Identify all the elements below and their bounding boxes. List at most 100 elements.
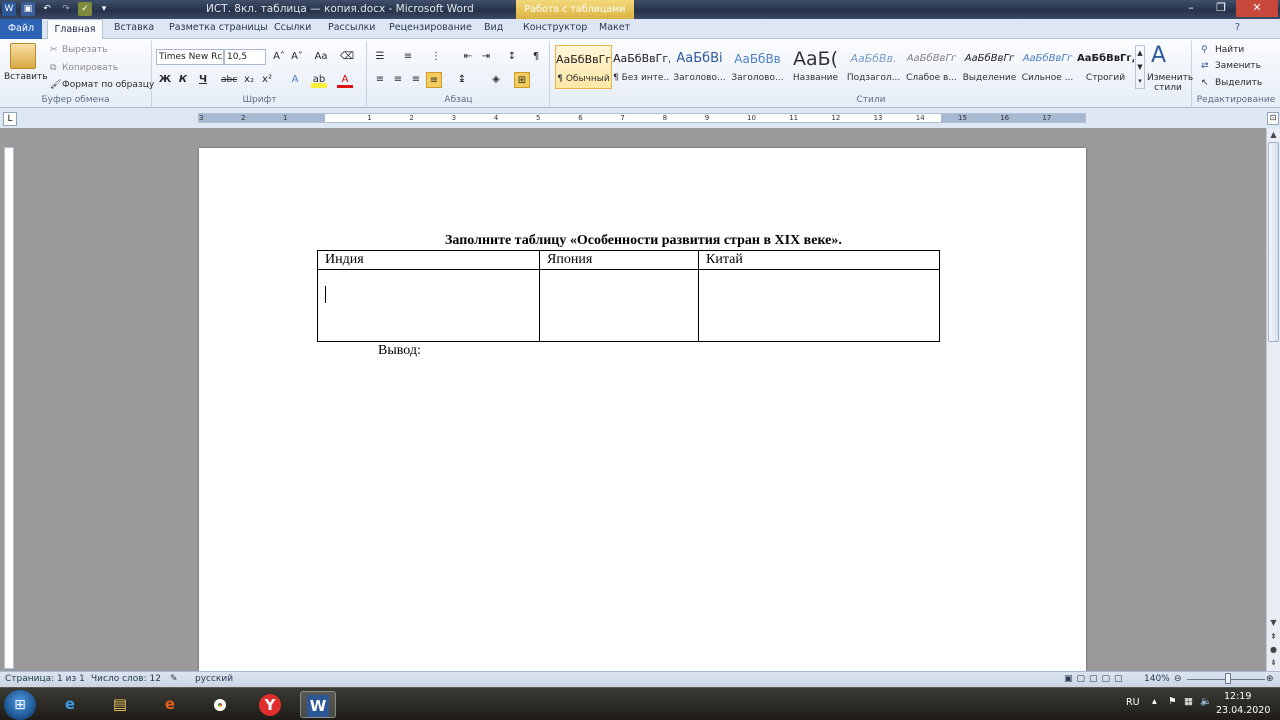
internet-explorer-icon[interactable]: e: [52, 691, 88, 718]
clear-format-icon[interactable]: ⌫: [339, 49, 355, 65]
underline-button[interactable]: Ч: [195, 72, 211, 88]
sort-icon[interactable]: ↕: [504, 49, 520, 65]
style-emphasis[interactable]: АаБбВвГг Выделение: [961, 45, 1018, 89]
table-cell[interactable]: [317, 269, 540, 342]
copy-icon[interactable]: ⧉: [50, 63, 56, 73]
scroll-thumb[interactable]: [1268, 142, 1279, 342]
text-effects-icon[interactable]: A: [287, 72, 303, 88]
subscript-button[interactable]: x₂: [241, 72, 257, 88]
format-painter-icon[interactable]: 🖌: [50, 80, 61, 90]
replace-button[interactable]: Заменить: [1215, 61, 1261, 71]
zoom-level[interactable]: 140%: [1144, 674, 1170, 684]
borders-icon[interactable]: ⊞: [514, 72, 530, 88]
tab-design[interactable]: Конструктор: [523, 22, 587, 33]
style-strong[interactable]: АаБбВвГг, Строгий: [1077, 45, 1134, 89]
tab-selector-icon[interactable]: L: [3, 112, 17, 126]
style-intense-emphasis[interactable]: АаБбВвГг Сильное ...: [1019, 45, 1076, 89]
align-left-icon[interactable]: ≡: [372, 72, 388, 88]
proofing-icon[interactable]: ✎: [170, 674, 178, 684]
style-normal[interactable]: АаБбВвГг, ¶ Обычный: [555, 45, 612, 89]
strikethrough-button[interactable]: abc: [221, 72, 237, 88]
network-icon[interactable]: ▦: [1184, 696, 1193, 707]
styles-scroll-icon[interactable]: ▲ ▼ ▾: [1135, 45, 1145, 89]
vertical-ruler[interactable]: [4, 147, 14, 669]
scroll-down-icon[interactable]: ▼: [1267, 616, 1280, 629]
table-header-cell[interactable]: Китай: [698, 250, 940, 270]
horizontal-ruler[interactable]: 3 2 1 1 2 3 4 5 6 7 8 9 10 11 12 13 14 15 16 17: [198, 113, 1086, 123]
minimize-button[interactable]: –: [1176, 0, 1206, 17]
change-styles-icon[interactable]: A: [1151, 43, 1166, 68]
increase-indent-icon[interactable]: ⇥: [478, 49, 494, 65]
tab-review[interactable]: Рецензирование: [389, 22, 472, 33]
show-marks-button[interactable]: ¶: [528, 49, 544, 65]
document-table[interactable]: Индия Япония Китай: [317, 250, 940, 342]
file-explorer-icon[interactable]: ▤: [102, 691, 138, 718]
style-heading-2[interactable]: АаБбВв Заголово...: [729, 45, 786, 89]
chrome-icon[interactable]: [202, 691, 238, 718]
replace-icon[interactable]: ⇄: [1201, 61, 1209, 71]
table-header-cell[interactable]: Индия: [317, 250, 540, 270]
cut-button[interactable]: Вырезать: [62, 45, 107, 55]
tray-expand-icon[interactable]: ▴: [1152, 696, 1157, 707]
word-app-icon[interactable]: W: [2, 2, 16, 16]
superscript-button[interactable]: x²: [259, 72, 275, 88]
copy-button[interactable]: Копировать: [62, 63, 118, 73]
redo-icon[interactable]: ↷: [59, 2, 73, 16]
find-button[interactable]: Найти: [1215, 45, 1244, 55]
font-name-combo[interactable]: Times New Rc: [156, 49, 224, 65]
multilevel-list-icon[interactable]: ⋮: [428, 49, 444, 65]
select-button[interactable]: Выделить: [1215, 78, 1262, 88]
align-right-icon[interactable]: ≡: [408, 72, 424, 88]
zoom-out-icon[interactable]: ⊖: [1174, 674, 1182, 684]
tab-layout[interactable]: Макет: [599, 22, 630, 33]
decrease-indent-icon[interactable]: ⇤: [460, 49, 476, 65]
save-icon[interactable]: ▣: [21, 2, 35, 16]
maximize-button[interactable]: ❐: [1206, 0, 1236, 17]
page-indicator[interactable]: Страница: 1 из 1: [5, 674, 85, 684]
italic-button[interactable]: К: [175, 72, 191, 88]
start-button[interactable]: ⊞: [4, 690, 36, 720]
numbering-icon[interactable]: ≡: [400, 49, 416, 65]
conclusion-label[interactable]: Вывод:: [378, 343, 421, 359]
browse-object-icon[interactable]: ●: [1267, 643, 1280, 656]
style-subtle-emphasis[interactable]: АаБбВвГг Слабое в...: [903, 45, 960, 89]
line-spacing-icon[interactable]: ↨: [454, 72, 470, 88]
font-size-combo[interactable]: 10,5: [224, 49, 266, 65]
scroll-up-icon[interactable]: ▲: [1267, 128, 1280, 141]
language-bar[interactable]: RU: [1126, 697, 1140, 708]
spelling-icon[interactable]: ✓: [78, 2, 92, 16]
paste-button[interactable]: Вставить: [4, 72, 48, 82]
highlight-icon[interactable]: ab: [311, 72, 327, 88]
yandex-browser-icon[interactable]: Y: [252, 691, 288, 718]
clock-time[interactable]: 12:19: [1224, 691, 1251, 702]
style-no-spacing[interactable]: АаБбВвГг, ¶ Без инте...: [613, 45, 670, 89]
tab-home[interactable]: Главная: [47, 19, 103, 40]
tab-insert[interactable]: Вставка: [114, 22, 154, 33]
zoom-slider-thumb[interactable]: [1225, 673, 1231, 684]
qat-customize-icon[interactable]: ▾: [97, 2, 111, 16]
volume-icon[interactable]: 🔈: [1200, 696, 1212, 707]
align-center-icon[interactable]: ≡: [390, 72, 406, 88]
zoom-in-icon[interactable]: ⊕: [1266, 674, 1274, 684]
format-painter-button[interactable]: Формат по образцу: [62, 80, 154, 90]
table-cell[interactable]: [539, 269, 699, 342]
tab-page-layout[interactable]: Разметка страницы: [169, 22, 268, 33]
shrink-font-button[interactable]: A˅: [289, 49, 305, 65]
select-icon[interactable]: ↖: [1201, 78, 1209, 88]
table-cell[interactable]: [698, 269, 940, 342]
view-ruler-icon[interactable]: ⊡: [1267, 112, 1279, 125]
change-case-button[interactable]: Aa: [313, 49, 329, 65]
document-heading[interactable]: Заполните таблицу «Особенности развития …: [445, 233, 842, 249]
clock-date[interactable]: 23.04.2020: [1216, 705, 1270, 716]
action-center-icon[interactable]: ⚑: [1168, 696, 1177, 707]
style-subtitle[interactable]: АаБбВв. Подзагол...: [845, 45, 902, 89]
table-header-cell[interactable]: Япония: [539, 250, 699, 270]
word-count[interactable]: Число слов: 12: [91, 674, 161, 684]
language-indicator[interactable]: русский: [195, 674, 233, 684]
style-heading-1[interactable]: АаБбВі Заголово...: [671, 45, 728, 89]
word-taskbar-icon[interactable]: W: [300, 691, 336, 718]
help-icon[interactable]: ?: [1235, 22, 1240, 33]
font-color-icon[interactable]: A: [337, 72, 353, 88]
page[interactable]: [199, 148, 1086, 678]
tab-view[interactable]: Вид: [484, 22, 503, 33]
